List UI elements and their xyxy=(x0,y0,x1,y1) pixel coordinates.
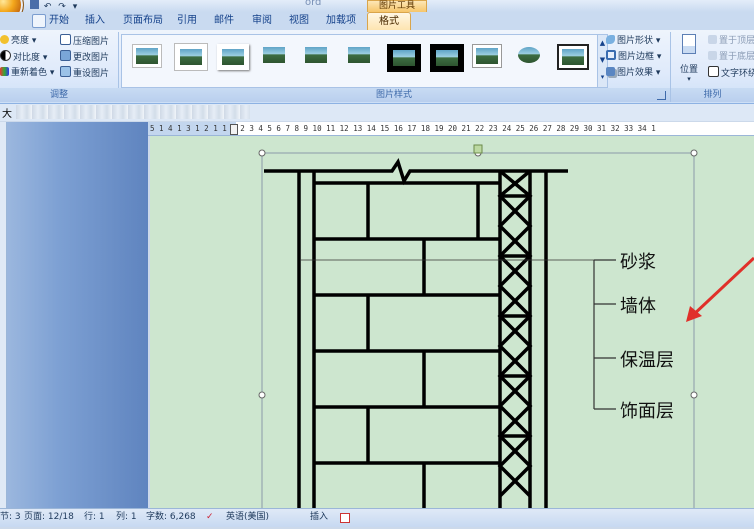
bring-to-front-button[interactable]: 置于顶层 xyxy=(708,34,754,48)
text-wrapping-button[interactable]: 文字环绕 xyxy=(708,66,754,80)
picture-style-thumbnail[interactable] xyxy=(260,44,288,66)
picture-style-thumbnail[interactable] xyxy=(557,44,589,70)
document-bar-char: 大 xyxy=(2,109,12,120)
label-finish: 饰面层 xyxy=(620,401,674,422)
tab-format[interactable]: 格式 xyxy=(367,12,411,31)
status-page[interactable]: 页面: 12/18 xyxy=(24,509,74,525)
rotate-handle xyxy=(473,144,483,154)
document-title: ord xyxy=(305,0,322,8)
tab-addins[interactable]: 加载项 xyxy=(320,12,362,30)
position-button[interactable]: 位置 ▾ xyxy=(676,34,702,84)
label-insulation: 保温层 xyxy=(620,350,674,371)
tab-view[interactable]: 视图 xyxy=(284,12,314,30)
position-icon xyxy=(682,34,696,54)
contrast-icon xyxy=(0,50,11,61)
picture-border-icon xyxy=(606,50,616,60)
redo-icon[interactable]: ↷ xyxy=(58,2,68,12)
tab-mailings[interactable]: 邮件 xyxy=(208,12,240,30)
picture-styles-gallery xyxy=(121,34,598,88)
save-icon[interactable] xyxy=(30,0,39,9)
undo-icon[interactable]: ↶ xyxy=(44,2,54,12)
selection-handle xyxy=(258,391,266,399)
status-section[interactable]: 节: 3 xyxy=(0,509,21,525)
proofing-icon[interactable]: ✓ xyxy=(206,509,220,525)
contrast-button[interactable]: 对比度 ▾ xyxy=(0,50,47,64)
picture-shape-icon xyxy=(606,35,615,44)
selection-handle xyxy=(690,391,698,399)
send-to-back-button[interactable]: 置于底层 xyxy=(708,50,754,64)
arrange-group-label: 排列 xyxy=(671,88,754,102)
label-mortar: 砂浆 xyxy=(620,252,656,273)
status-bar xyxy=(0,508,754,527)
picture-style-thumbnail[interactable] xyxy=(302,44,330,66)
status-insert-mode[interactable]: 插入 xyxy=(310,509,328,525)
picture-style-thumbnail[interactable] xyxy=(387,44,421,72)
selection-handle xyxy=(258,149,266,157)
compress-pictures-button[interactable]: 压缩图片 xyxy=(60,34,109,48)
bring-to-front-icon xyxy=(708,35,717,44)
tab-review[interactable]: 审阅 xyxy=(246,12,278,30)
picture-tools-context-title: 图片工具 xyxy=(367,0,427,12)
ruler-numbers: 5 1 4 1 3 1 2 1 1 1 2 3 4 5 6 7 8 9 10 1… xyxy=(150,124,656,133)
adjust-group: 亮度 ▾ 对比度 ▾ 重新着色 ▾ 压缩图片 更改图片 重设图片 调整 xyxy=(0,32,119,102)
status-column[interactable]: 列: 1 xyxy=(116,509,137,525)
compress-icon xyxy=(60,34,71,45)
picture-style-thumbnail[interactable] xyxy=(472,44,502,68)
send-to-back-icon xyxy=(708,51,717,60)
left-pane xyxy=(0,122,148,508)
tab-page-layout[interactable]: 页面布局 xyxy=(118,12,168,30)
reset-picture-icon xyxy=(60,66,71,77)
brightness-button[interactable]: 亮度 ▾ xyxy=(0,34,36,48)
wall-diagram[interactable]: 砂浆 墙体 保温层 饰面层 xyxy=(150,136,754,508)
status-line[interactable]: 行: 1 xyxy=(84,509,105,525)
quick-access-toolbar[interactable]: ↶ ↷ ▾ xyxy=(28,0,118,12)
status-word-count[interactable]: 字数: 6,268 xyxy=(146,509,196,525)
red-arrow-shaft xyxy=(690,256,754,318)
picture-style-thumbnail[interactable] xyxy=(515,44,543,66)
tab-insert[interactable]: 插入 xyxy=(80,12,110,30)
picture-border-button[interactable]: 图片边框 ▾ xyxy=(606,50,661,64)
vertical-ruler xyxy=(6,122,7,508)
picture-style-thumbnail[interactable] xyxy=(345,44,373,66)
picture-effects-icon xyxy=(606,67,615,76)
picture-style-thumbnail[interactable] xyxy=(174,44,207,70)
tab-references[interactable]: 引用 xyxy=(172,12,202,30)
dialog-launcher-icon[interactable] xyxy=(657,91,666,100)
status-language[interactable]: 英语(美国) xyxy=(226,509,269,525)
brightness-icon xyxy=(0,35,9,44)
change-picture-button[interactable]: 更改图片 xyxy=(60,50,109,64)
picture-style-thumbnail[interactable] xyxy=(429,44,464,72)
picture-shape-button[interactable]: 图片形状 ▾ xyxy=(606,34,660,48)
indent-marker[interactable] xyxy=(230,124,238,135)
macro-record-icon[interactable] xyxy=(340,509,350,525)
label-wall: 墙体 xyxy=(620,296,656,317)
picture-styles-group-label: 图片样式 xyxy=(118,88,670,102)
picture-effects-button[interactable]: 图片效果 ▾ xyxy=(606,66,660,80)
customize-qat-icon[interactable]: ▾ xyxy=(73,2,80,12)
text-wrapping-icon xyxy=(708,66,719,77)
adjust-group-label: 调整 xyxy=(0,88,118,102)
obscured-text-strip xyxy=(16,105,250,119)
recolor-button[interactable]: 重新着色 ▾ xyxy=(0,66,54,80)
selection-handle xyxy=(690,149,698,157)
reset-picture-button[interactable]: 重设图片 xyxy=(60,66,109,80)
picture-style-thumbnail[interactable] xyxy=(132,44,162,68)
tab-home[interactable]: 开始 xyxy=(44,12,74,30)
change-picture-icon xyxy=(60,50,71,61)
picture-style-thumbnail[interactable] xyxy=(217,44,249,70)
recolor-icon xyxy=(0,67,9,76)
